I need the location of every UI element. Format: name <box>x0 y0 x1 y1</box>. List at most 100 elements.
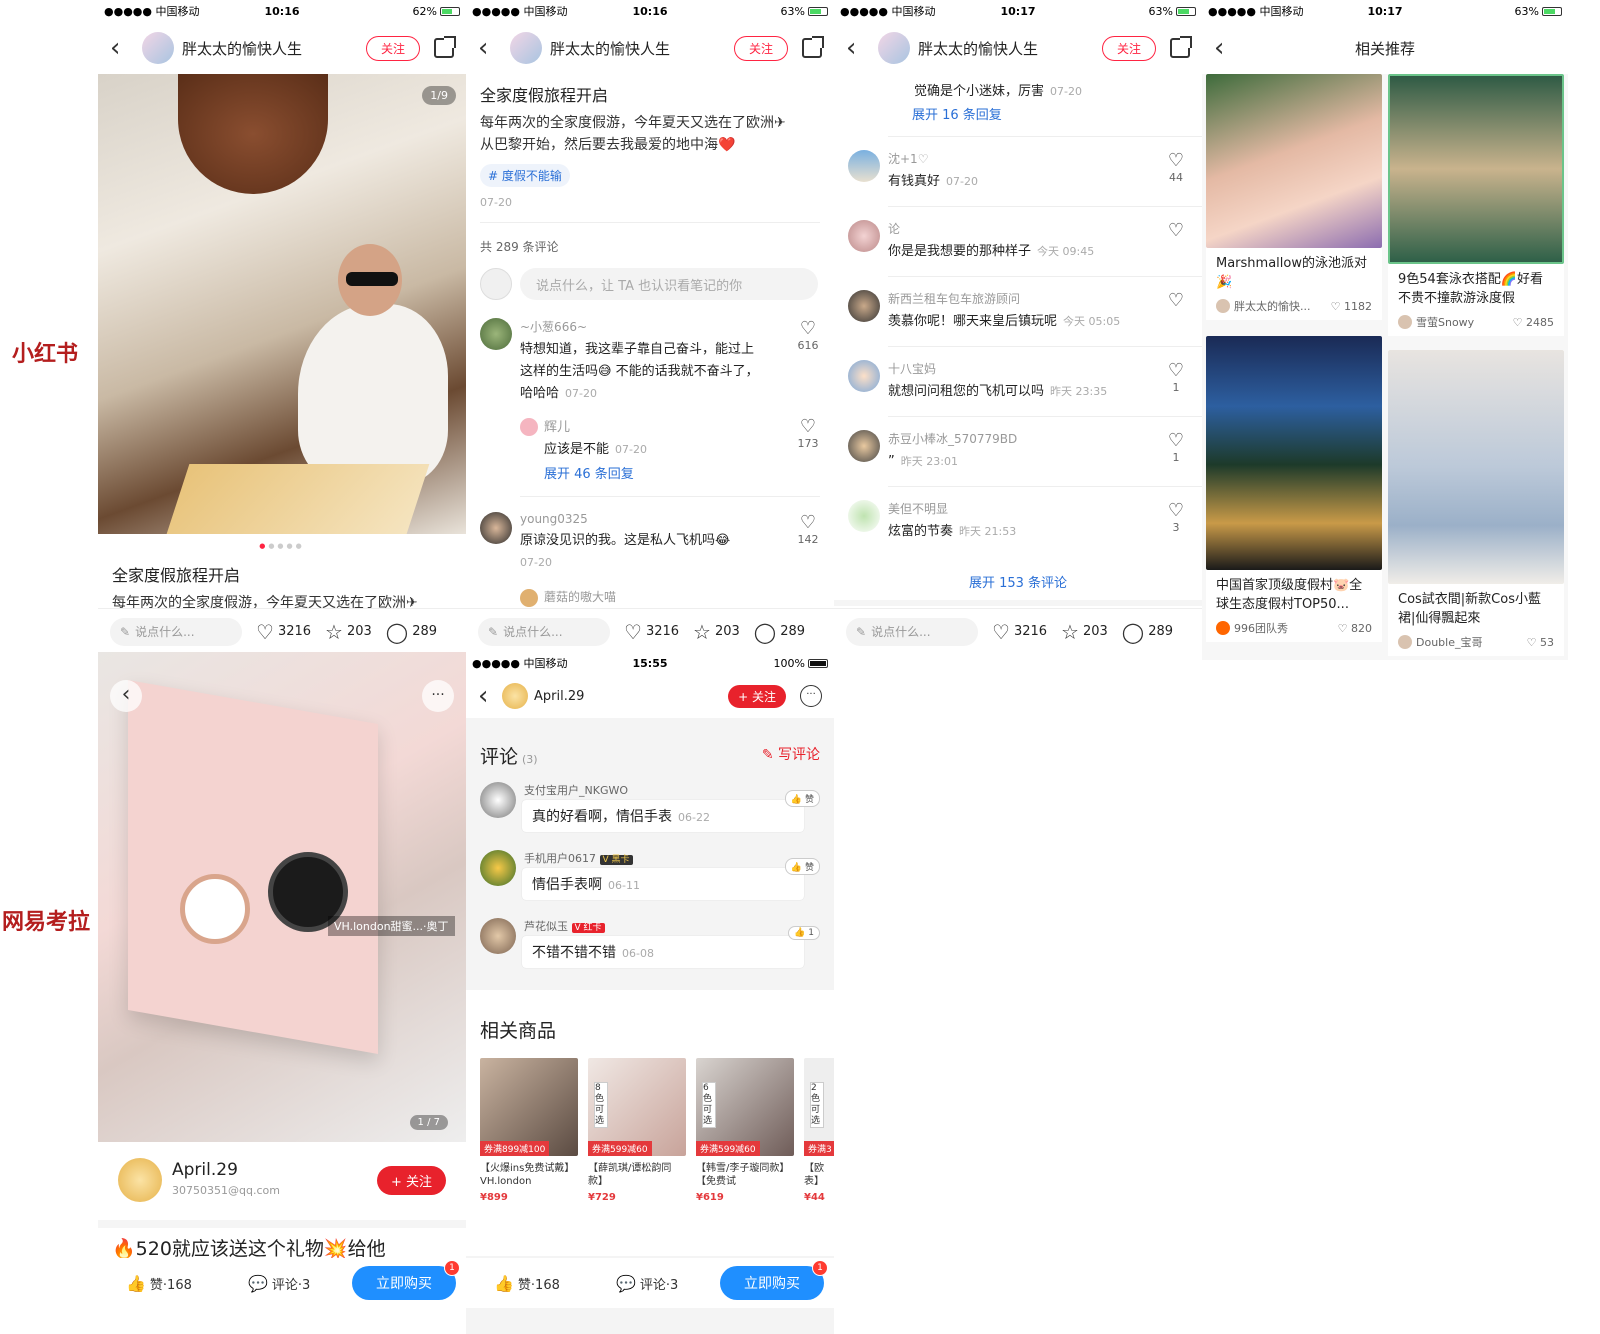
back-icon[interactable]: ‹ <box>110 680 142 712</box>
like-button[interactable]: 👍 1 <box>788 926 820 940</box>
author-name[interactable]: 胖太太的愉快人生 <box>550 38 734 59</box>
like-button[interactable]: 👍 赞 <box>784 858 820 875</box>
avatar[interactable] <box>118 1158 162 1202</box>
follow-button[interactable]: + 关注 <box>376 1166 446 1195</box>
share-icon[interactable] <box>434 36 456 58</box>
expand-all-comments-link[interactable]: 展开 153 条评论 <box>834 572 1202 591</box>
avatar[interactable] <box>142 32 174 64</box>
comment-like[interactable]: ♡ 173 <box>796 416 820 450</box>
comment-user[interactable]: 支付宝用户_NKGWO <box>524 782 628 798</box>
goods-item[interactable]: 6色可选 券满599减60 【韩雪/李子璇同款】【免费试 ¥619 <box>696 1058 794 1203</box>
avatar[interactable] <box>480 512 512 544</box>
avatar[interactable] <box>480 782 516 818</box>
buy-now-button[interactable]: 立即购买 1 <box>720 1260 828 1300</box>
share-icon[interactable] <box>802 36 824 58</box>
avatar[interactable] <box>848 430 880 462</box>
card-likes[interactable]: ♡ 2485 <box>1513 316 1554 329</box>
comment-user[interactable]: 论 <box>888 220 1188 237</box>
nav-user-name[interactable]: April.29 <box>534 689 728 704</box>
card-likes[interactable]: ♡ 1182 <box>1331 300 1372 313</box>
more-icon[interactable]: ··· <box>800 685 822 707</box>
comment-input[interactable]: ✎ 说点什么... <box>846 617 978 646</box>
like-button[interactable]: 👍 赞·168 <box>494 1274 560 1293</box>
related-card[interactable]: 9色54套泳衣搭配🌈好看不贵不撞款游泳度假 雪萤Snowy ♡ 2485 <box>1388 74 1564 336</box>
avatar[interactable] <box>848 500 880 532</box>
comment-user[interactable]: 美但不明显 <box>888 500 1188 517</box>
comment-user[interactable]: 蘑菇的嗷大喵 <box>544 588 820 605</box>
comment-button[interactable]: ◯ 289 <box>1122 622 1173 642</box>
post-photo[interactable]: ‹ ··· VH.london甜蜜...·奥丁 1 / 7 <box>98 652 466 1142</box>
like-button[interactable]: 👍 赞·168 <box>126 1274 192 1293</box>
user-name[interactable]: 手机用户0617 <box>524 852 596 865</box>
avatar[interactable] <box>848 150 880 182</box>
follow-button[interactable]: 关注 <box>365 35 420 61</box>
follow-button[interactable]: 关注 <box>1101 35 1156 61</box>
comment-like[interactable]: ♡ 1 <box>1164 360 1188 394</box>
user-name[interactable]: April.29 <box>172 1160 238 1180</box>
comment-input[interactable]: ✎ 说点什么... <box>110 617 242 646</box>
comment-like[interactable]: ♡ 142 <box>796 512 820 546</box>
user-name[interactable]: 芦花似玉 <box>524 920 568 933</box>
comment-box[interactable]: 说点什么，让 TA 也认识看笔记的你 <box>520 268 818 300</box>
comment-button[interactable]: ◯ 289 <box>754 622 805 642</box>
comment-like[interactable]: ♡ 3 <box>1164 500 1188 534</box>
avatar[interactable] <box>502 683 528 709</box>
comment-button[interactable]: 💬 评论·3 <box>248 1274 310 1293</box>
avatar[interactable] <box>848 290 880 322</box>
avatar[interactable] <box>520 589 538 607</box>
avatar[interactable] <box>480 318 512 350</box>
comment-like[interactable]: ♡ 44 <box>1164 150 1188 184</box>
like-button[interactable]: ♡ 3216 <box>624 622 679 642</box>
buy-now-button[interactable]: 立即购买 1 <box>352 1260 460 1300</box>
avatar[interactable] <box>848 360 880 392</box>
product-tag[interactable]: VH.london甜蜜...·奥丁 <box>328 916 455 936</box>
star-button[interactable]: ☆ 203 <box>1061 622 1108 642</box>
share-icon[interactable] <box>1170 36 1192 58</box>
topic-tag[interactable]: # 度假不能输 <box>480 164 570 187</box>
comment-button[interactable]: 💬 评论·3 <box>616 1274 678 1293</box>
back-icon[interactable]: ‹ <box>478 35 502 61</box>
comment-like[interactable]: ♡ 1 <box>1164 430 1188 464</box>
avatar[interactable] <box>480 918 516 954</box>
goods-item[interactable]: 券满899减100 【火爆ins免费试戴】VH.london ¥899 <box>480 1058 578 1203</box>
comment-user[interactable]: young0325 <box>520 512 820 526</box>
comment-user[interactable]: 沈+1♡ <box>888 150 1188 167</box>
related-card[interactable]: Cos試衣間|新款Cos小藍裙|仙得飄起來 Double_宝哥 ♡ 53 <box>1388 350 1564 656</box>
back-icon[interactable]: ‹ <box>110 35 134 61</box>
back-icon[interactable]: ‹ <box>478 683 502 709</box>
comment-user[interactable]: 十八宝妈 <box>888 360 1188 377</box>
star-button[interactable]: ☆ 203 <box>693 622 740 642</box>
more-icon[interactable]: ··· <box>422 680 454 712</box>
comment-user[interactable]: 新西兰租车包车旅游顾问 <box>888 290 1188 307</box>
goods-item[interactable]: 8色可选 券满599减60 【薛凯琪/谭松韵同款】 ¥729 <box>588 1058 686 1203</box>
comment-like[interactable]: ♡ <box>1164 290 1188 311</box>
follow-button[interactable]: + 关注 <box>728 684 786 708</box>
star-button[interactable]: ☆ 203 <box>325 622 372 642</box>
comment-user[interactable]: ~小葱666~ <box>520 318 820 335</box>
comment-button[interactable]: ◯ 289 <box>386 622 437 642</box>
avatar[interactable] <box>848 220 880 252</box>
expand-replies-link[interactable]: 展开 46 条回复 <box>544 463 820 482</box>
post-photo[interactable]: 1/9 <box>98 74 466 534</box>
card-likes[interactable]: ♡ 820 <box>1338 622 1372 635</box>
avatar[interactable] <box>878 32 910 64</box>
author-name[interactable]: 胖太太的愉快人生 <box>182 38 366 59</box>
avatar[interactable] <box>520 418 538 436</box>
avatar[interactable] <box>480 850 516 886</box>
author-name[interactable]: 胖太太的愉快人生 <box>918 38 1102 59</box>
goods-item[interactable]: 2色可选 券满3 【欧表】 ¥44 <box>804 1058 834 1203</box>
expand-replies-link[interactable]: 展开 16 条回复 <box>912 104 1002 123</box>
comment-user[interactable]: 辉儿 <box>544 416 820 435</box>
like-button[interactable]: 👍 赞 <box>784 790 820 807</box>
comment-like[interactable]: ♡ 616 <box>796 318 820 352</box>
related-card[interactable]: 中国首家顶级度假村🐷全球生态度假村TOP50... 996团队秀 ♡ 820 <box>1206 336 1382 642</box>
card-likes[interactable]: ♡ 53 <box>1527 636 1554 649</box>
write-comment-button[interactable]: ✎ 写评论 <box>762 744 820 764</box>
like-button[interactable]: ♡ 3216 <box>256 622 311 642</box>
like-button[interactable]: ♡ 3216 <box>992 622 1047 642</box>
back-icon[interactable]: ‹ <box>846 35 870 61</box>
avatar[interactable] <box>510 32 542 64</box>
comment-like[interactable]: ♡ <box>1164 220 1188 241</box>
follow-button[interactable]: 关注 <box>733 35 788 61</box>
comment-user[interactable]: 赤豆小棒冰_570779BD <box>888 430 1188 447</box>
